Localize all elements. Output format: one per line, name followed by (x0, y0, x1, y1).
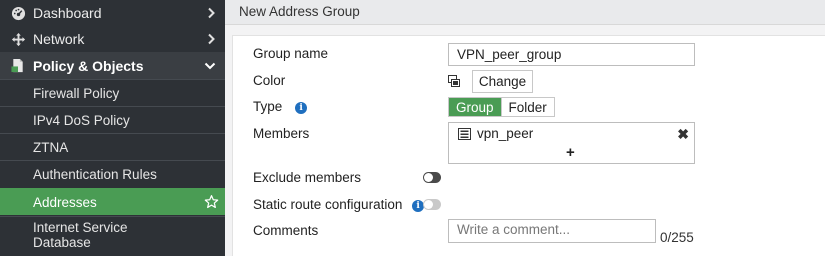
type-label: Type i (253, 99, 308, 114)
static-route-label: Static route configuration i (253, 197, 425, 212)
network-icon (10, 31, 26, 47)
sidebar-item-label: IPv4 DoS Policy (33, 112, 130, 128)
exclude-members-toggle[interactable] (423, 172, 441, 183)
sidebar-item-label: Addresses (33, 194, 97, 210)
sidebar-item-label: Internet Service Database (33, 220, 128, 250)
sidebar-item-label: Firewall Policy (33, 85, 120, 101)
comments-label: Comments (253, 223, 319, 238)
color-change-button[interactable]: Change (472, 70, 533, 93)
chevron-right-icon (208, 33, 215, 45)
sidebar-item-ipv4-dos-policy[interactable]: IPv4 DoS Policy (0, 106, 225, 133)
remove-member-icon[interactable]: ✖ (677, 126, 689, 143)
sidebar-item-ztna[interactable]: ZTNA (0, 133, 225, 160)
page-title: New Address Group (239, 4, 360, 19)
type-label-text: Type (253, 99, 283, 114)
static-route-label-text: Static route configuration (253, 197, 403, 212)
sidebar-item-network[interactable]: Network (0, 26, 225, 52)
group-name-label: Group name (253, 46, 329, 61)
toggle-knob (424, 200, 433, 209)
toggle-knob (424, 173, 433, 182)
member-name: vpn_peer (477, 126, 534, 141)
static-route-toggle[interactable] (423, 199, 441, 210)
comments-counter: 0/255 (660, 230, 694, 245)
chevron-down-icon (204, 62, 216, 69)
dashboard-icon (10, 5, 26, 21)
form-panel: Group name VPN_peer_group Color Change T… (232, 35, 825, 256)
star-icon[interactable] (204, 195, 219, 210)
sidebar-item-addresses[interactable]: Addresses (0, 188, 225, 215)
sidebar-item-label: Dashboard (33, 5, 102, 21)
sidebar-item-label: Network (33, 31, 85, 47)
info-icon[interactable]: i (295, 102, 308, 114)
group-name-input[interactable]: VPN_peer_group (448, 43, 695, 66)
address-object-icon (458, 127, 471, 140)
members-field[interactable]: vpn_peer ✖ + (448, 122, 695, 164)
sidebar-item-firewall-policy[interactable]: Firewall Policy (0, 79, 225, 106)
sidebar-item-authentication-rules[interactable]: Authentication Rules (0, 160, 225, 187)
type-option-group[interactable]: Group (449, 98, 501, 116)
sidebar: Dashboard Network Policy & Objects Firew… (0, 0, 225, 256)
sidebar-item-label: Policy & Objects (33, 57, 144, 74)
members-label: Members (253, 126, 310, 141)
type-option-folder[interactable]: Folder (500, 98, 554, 116)
content-area: Group name VPN_peer_group Color Change T… (225, 25, 825, 256)
color-label: Color (253, 73, 286, 88)
color-swatch-icon (448, 75, 460, 87)
page-header: New Address Group (225, 0, 825, 25)
sidebar-item-internet-service-database[interactable]: Internet Service Database (0, 216, 225, 256)
add-member-icon[interactable]: + (566, 144, 575, 161)
chevron-right-icon (208, 7, 215, 19)
sidebar-item-policy-objects[interactable]: Policy & Objects (0, 52, 225, 79)
comments-textarea[interactable] (448, 219, 656, 243)
sidebar-item-label: Authentication Rules (33, 166, 157, 182)
sidebar-item-label: ZTNA (33, 139, 69, 155)
member-item[interactable]: vpn_peer (458, 126, 533, 141)
sidebar-item-dashboard[interactable]: Dashboard (0, 0, 225, 26)
policy-icon (10, 58, 26, 74)
exclude-members-label: Exclude members (253, 170, 362, 185)
type-toggle-group: Group Folder (448, 97, 555, 117)
